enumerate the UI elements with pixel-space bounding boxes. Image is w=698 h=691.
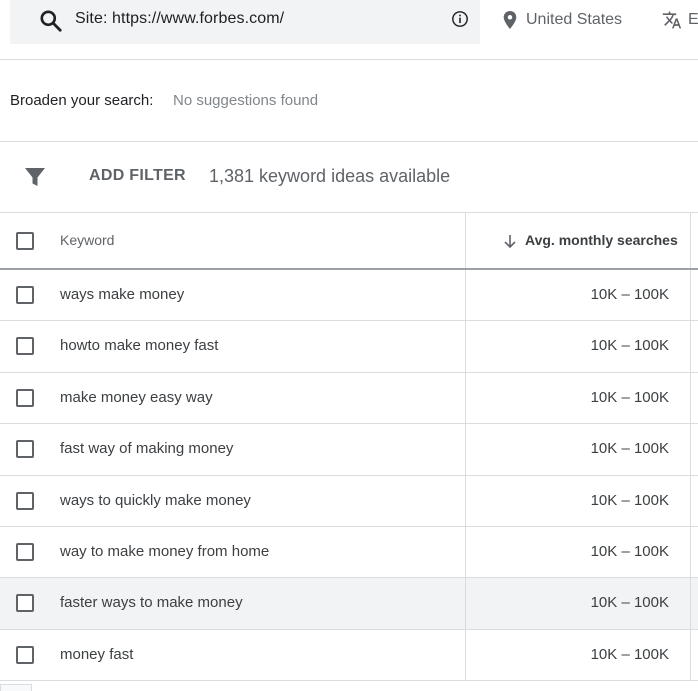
pagination-stub	[0, 684, 32, 691]
search-query[interactable]: Site: https://www.forbes.com/	[75, 10, 284, 28]
broaden-label: Broaden your search:	[10, 92, 154, 109]
keyword-cell: make money easy way	[60, 388, 213, 406]
table-row[interactable]: howto make money fast 10K – 100K	[0, 321, 698, 373]
table-row[interactable]: ways to quickly make money 10K – 100K	[0, 475, 698, 527]
search-box[interactable]: Site: https://www.forbes.com/	[10, 0, 480, 44]
column-divider	[690, 213, 691, 268]
column-divider	[465, 578, 466, 629]
column-divider	[465, 213, 466, 268]
column-divider	[465, 526, 466, 578]
column-divider	[465, 629, 466, 681]
top-bar: Site: https://www.forbes.com/ United Sta…	[0, 0, 698, 60]
row-checkbox[interactable]	[16, 440, 34, 459]
column-divider	[465, 321, 466, 372]
location-pin-icon	[503, 11, 517, 29]
keyword-cell: money fast	[60, 645, 134, 663]
location-label: United States	[526, 11, 623, 28]
table-row[interactable]: fast way of making money 10K – 100K	[0, 424, 698, 476]
avg-monthly-searches-column-header[interactable]: Avg. monthly searches	[525, 232, 678, 248]
keyword-ideas-count: 1,381 keyword ideas available	[209, 166, 451, 186]
keyword-cell: howto make money fast	[60, 337, 219, 355]
row-checkbox[interactable]	[16, 645, 34, 664]
column-divider	[690, 424, 691, 475]
row-checkbox[interactable]	[16, 286, 34, 304]
table-header: Keyword Avg. monthly searches	[0, 213, 698, 270]
row-checkbox[interactable]	[16, 337, 34, 356]
table-row[interactable]: money fast 10K – 100K	[0, 629, 698, 682]
search-icon[interactable]	[38, 8, 64, 34]
arrow-down-icon[interactable]	[502, 233, 518, 249]
keyword-column-header[interactable]: Keyword	[60, 232, 114, 248]
keyword-cell: fast way of making money	[60, 440, 234, 458]
column-divider	[690, 526, 691, 578]
row-checkbox[interactable]	[16, 542, 34, 561]
language-label: En	[688, 11, 698, 28]
avg-searches-cell: 10K – 100K	[590, 542, 669, 560]
row-checkbox[interactable]	[16, 388, 34, 407]
broaden-search-section: Broaden your search: No suggestions foun…	[0, 60, 698, 142]
column-divider	[465, 424, 466, 475]
avg-searches-cell: 10K – 100K	[590, 594, 669, 612]
avg-searches-cell: 10K – 100K	[590, 440, 669, 458]
avg-searches-cell: 10K – 100K	[590, 491, 669, 509]
table-row[interactable]: way to make money from home 10K – 100K	[0, 526, 698, 579]
translate-icon	[662, 11, 682, 29]
keyword-cell: faster ways to make money	[60, 594, 243, 612]
language-selector[interactable]: En	[662, 8, 698, 32]
filter-bar: ADD FILTER 1,381 keyword ideas available	[0, 142, 698, 213]
add-filter-button[interactable]: ADD FILTER	[89, 167, 186, 185]
column-divider	[690, 475, 691, 526]
keyword-cell: way to make money from home	[60, 542, 270, 560]
column-divider	[465, 372, 466, 424]
column-divider	[690, 372, 691, 424]
location-selector[interactable]: United States	[502, 8, 622, 32]
column-divider	[690, 629, 691, 681]
row-checkbox[interactable]	[16, 491, 34, 510]
avg-searches-cell: 10K – 100K	[590, 337, 669, 355]
avg-searches-cell: 10K – 100K	[590, 388, 669, 406]
select-all-checkbox[interactable]	[16, 232, 34, 250]
column-divider	[690, 321, 691, 372]
row-checkbox[interactable]	[16, 594, 34, 613]
avg-searches-cell: 10K – 100K	[590, 645, 669, 663]
keyword-table: Keyword Avg. monthly searches ways make …	[0, 213, 698, 682]
broaden-value: No suggestions found	[173, 92, 319, 109]
keyword-cell: ways to quickly make money	[60, 491, 251, 509]
info-icon[interactable]	[451, 10, 469, 28]
column-divider	[465, 270, 466, 321]
column-divider	[465, 475, 466, 526]
keyword-cell: ways make money	[60, 286, 185, 303]
filter-icon[interactable]	[24, 166, 46, 188]
table-row[interactable]: make money easy way 10K – 100K	[0, 372, 698, 425]
column-divider	[690, 578, 691, 629]
column-divider	[690, 270, 691, 321]
avg-searches-cell: 10K – 100K	[590, 286, 669, 303]
table-row[interactable]: faster ways to make money 10K – 100K	[0, 578, 698, 630]
table-row[interactable]: ways make money 10K – 100K	[0, 270, 698, 322]
